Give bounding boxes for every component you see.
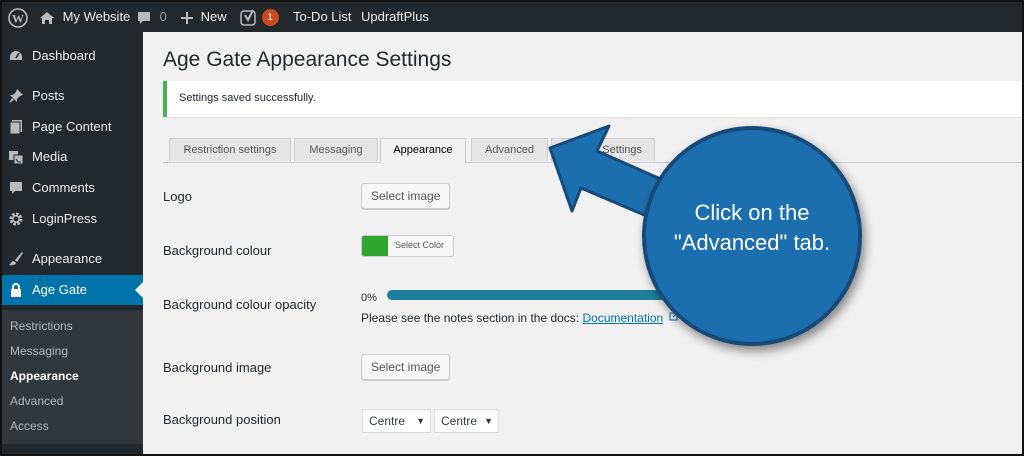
sidebar-item-comments[interactable]: Comments xyxy=(2,173,143,203)
tab-settings[interactable]: Settings xyxy=(551,138,655,161)
sidebar-item-label: Comments xyxy=(32,180,95,195)
bg-position-x-select[interactable]: Centre ▼ xyxy=(362,409,431,433)
notice-text: Settings saved successfully. xyxy=(179,92,316,104)
submenu-item-access[interactable]: Access xyxy=(10,415,49,437)
yoast-icon xyxy=(240,9,256,26)
documentation-link[interactable]: Documentation xyxy=(582,311,663,325)
notification-badge: 1 xyxy=(261,9,279,27)
logo-label: Logo xyxy=(163,189,192,204)
updraftplus-link[interactable]: UpdraftPlus xyxy=(361,2,429,32)
bg-position-y-value: Centre xyxy=(441,414,478,428)
new-content-link[interactable]: New xyxy=(180,2,227,32)
sidebar-item-age-gate[interactable]: Age Gate xyxy=(2,275,143,305)
bg-image-label: Background image xyxy=(163,360,272,375)
tab-restriction-settings[interactable]: Restriction settings xyxy=(169,138,291,161)
docs-note-text: Please see the notes section in the docs… xyxy=(361,311,583,325)
submenu-item-advanced[interactable]: Advanced xyxy=(10,390,63,412)
tab-appearance[interactable]: Appearance xyxy=(380,138,466,164)
opacity-slider[interactable] xyxy=(387,290,687,300)
comments-link[interactable]: 0 xyxy=(136,2,167,32)
bg-select-image-button[interactable]: Select image xyxy=(361,354,451,380)
bg-position-y-select[interactable]: Centre ▼ xyxy=(434,409,499,433)
sidebar-item-label: LoginPress xyxy=(32,211,98,226)
chevron-down-icon: ▼ xyxy=(484,416,493,426)
lock-icon xyxy=(11,283,21,297)
sidebar-item-label: Dashboard xyxy=(32,48,96,63)
sidebar-item-label: Age Gate xyxy=(32,282,87,297)
app-frame: W My Website 0 New 1 To-Do List UpdraftP… xyxy=(2,2,1022,454)
bg-colour-picker[interactable]: Select Color xyxy=(361,235,454,257)
settings-tabs: Restriction settings Messaging Appearanc… xyxy=(163,135,1022,164)
sidebar-item-label: Appearance xyxy=(32,251,103,266)
page-icon xyxy=(9,120,22,135)
sidebar-item-appearance[interactable]: Appearance xyxy=(2,244,143,274)
bg-position-label: Background position xyxy=(163,412,281,427)
opacity-value: 0% xyxy=(361,292,377,304)
logo-select-image-button[interactable]: Select image xyxy=(361,183,451,209)
colour-swatch xyxy=(362,236,388,256)
tab-settings-label: Settings xyxy=(602,144,642,156)
sidebar-item-media[interactable]: Media xyxy=(2,142,143,172)
opacity-label: Background colour opacity xyxy=(163,297,317,312)
site-name-link[interactable]: My Website xyxy=(39,2,130,32)
todo-list-link[interactable]: To-Do List xyxy=(293,2,352,32)
admin-sidebar: Dashboard Posts Page Content Media Comme… xyxy=(2,32,143,454)
bg-position-x-value: Centre xyxy=(369,414,406,428)
site-name-label: My Website xyxy=(62,9,131,24)
media-icon xyxy=(9,151,24,165)
tab-messaging[interactable]: Messaging xyxy=(294,138,378,161)
chevron-down-icon: ▼ xyxy=(416,416,425,426)
sidebar-item-label: Posts xyxy=(32,88,65,103)
gear-icon xyxy=(9,212,23,226)
home-icon xyxy=(40,11,54,24)
page-title: Age Gate Appearance Settings xyxy=(163,48,452,71)
plus-icon xyxy=(181,11,193,24)
docs-note: Please see the notes section in the docs… xyxy=(361,311,679,325)
wordpress-logo-icon[interactable]: W xyxy=(8,2,28,32)
svg-text:W: W xyxy=(12,11,24,25)
sidebar-item-label: Page Content xyxy=(32,119,112,134)
sidebar-item-posts[interactable]: Posts xyxy=(2,81,143,111)
bg-colour-label: Background colour xyxy=(163,243,272,258)
callout-text: Click on the "Advanced" tab. xyxy=(673,200,831,255)
age-gate-submenu: Restrictions Messaging Appearance Advanc… xyxy=(2,310,143,444)
sidebar-item-loginpress[interactable]: LoginPress xyxy=(2,204,143,234)
dashboard-icon xyxy=(10,51,22,60)
admin-bar: W My Website 0 New 1 To-Do List UpdraftP… xyxy=(2,2,1022,32)
callout-arrow xyxy=(548,124,674,222)
submenu-item-restrictions[interactable]: Restrictions xyxy=(10,315,73,337)
comment-icon xyxy=(10,182,22,194)
sidebar-item-page-content[interactable]: Page Content xyxy=(2,112,143,142)
new-label: New xyxy=(200,9,227,24)
yoast-menu[interactable]: 1 xyxy=(240,2,279,32)
comment-icon xyxy=(138,11,150,24)
comments-count: 0 xyxy=(159,9,167,24)
pin-icon xyxy=(9,89,23,103)
select-color-label: Select Color xyxy=(395,240,445,250)
brush-icon xyxy=(9,252,23,266)
tab-advanced[interactable]: Advanced xyxy=(471,138,548,161)
submenu-item-appearance[interactable]: Appearance xyxy=(10,365,79,387)
submenu-item-messaging[interactable]: Messaging xyxy=(10,340,68,362)
sidebar-item-label: Media xyxy=(32,149,68,164)
sidebar-item-dashboard[interactable]: Dashboard xyxy=(2,41,143,71)
success-notice: Settings saved successfully. xyxy=(163,81,1022,117)
